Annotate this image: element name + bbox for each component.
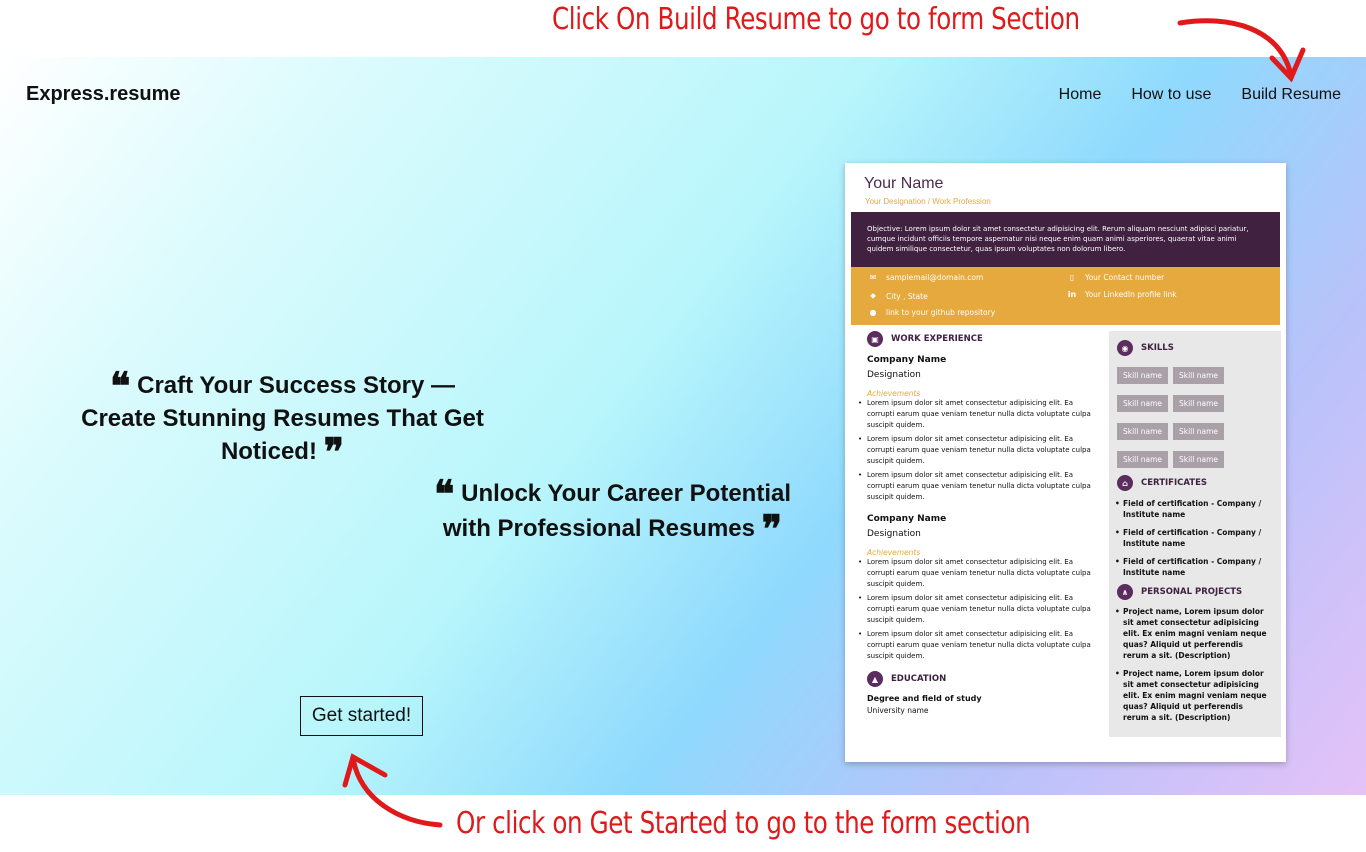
list-item: Lorem ipsum dolor sit amet consectetur a…	[858, 629, 1093, 662]
achievements-list: Lorem ipsum dolor sit amet consectetur a…	[858, 398, 1093, 503]
skills-list: Skill name Skill name Skill name Skill n…	[1117, 367, 1237, 468]
get-started-button[interactable]: Get started!	[300, 696, 423, 736]
resume-name: Your Name	[864, 175, 944, 192]
main-nav: Home How to use Build Resume	[1059, 86, 1341, 104]
contact-location: ⬥ City , State	[868, 291, 928, 301]
skill-chip: Skill name	[1173, 423, 1224, 440]
close-quote-icon: ❞	[323, 429, 345, 474]
rocket-icon: ∧	[1117, 584, 1133, 600]
work-entry-1: Company Name Designation Achievements Lo…	[858, 355, 1093, 503]
resume-contact-bar: ✉ samplemail@domain.com ▯ Your Contact n…	[851, 267, 1280, 325]
envelope-icon: ✉	[869, 273, 877, 282]
company-name: Company Name	[867, 355, 947, 365]
hero-section: Express.resume Home How to use Build Res…	[0, 57, 1366, 795]
education-university: University name	[867, 706, 929, 715]
resume-sidebar: ◉ SKILLS Skill name Skill name Skill nam…	[1109, 331, 1281, 737]
skill-chip: Skill name	[1173, 395, 1224, 412]
list-item: Field of certification - Company / Insti…	[1115, 498, 1269, 520]
skill-chip: Skill name	[1117, 395, 1168, 412]
list-item: Lorem ipsum dolor sit amet consectetur a…	[858, 434, 1093, 467]
hero-quote-1-text: Craft Your Success Story — Create Stunni…	[81, 372, 484, 465]
list-item: Field of certification - Company / Insti…	[1115, 527, 1269, 549]
annotation-top: Click On Build Resume to go to form Sect…	[552, 2, 1080, 37]
projects-list: Project name, Lorem ipsum dolor sit amet…	[1115, 606, 1269, 730]
resume-designation: Your Designation / Work Profession	[865, 197, 991, 206]
skill-chip: Skill name	[1117, 423, 1168, 440]
contact-github: ● link to your github repository	[869, 308, 996, 317]
open-quote-icon: ❝	[109, 363, 131, 408]
skill-chip: Skill name	[1173, 367, 1224, 384]
skill-chip: Skill name	[1173, 451, 1224, 468]
projects-heading: ∧ PERSONAL PROJECTS	[1117, 584, 1242, 600]
list-item: Lorem ipsum dolor sit amet consectetur a…	[858, 557, 1093, 590]
skill-chip: Skill name	[1117, 451, 1168, 468]
achievements-list: Lorem ipsum dolor sit amet consectetur a…	[858, 557, 1093, 662]
education-degree: Degree and field of study	[867, 694, 982, 703]
achievements-label: Achievements	[867, 389, 921, 398]
contact-phone: ▯ Your Contact number	[1067, 273, 1164, 282]
location-pin-icon: ⬥	[870, 291, 876, 300]
briefcase-icon: ▣	[867, 331, 883, 347]
annotation-bottom: Or click on Get Started to go to the for…	[456, 806, 1031, 841]
resume-preview: Your Name Your Designation / Work Profes…	[845, 163, 1286, 762]
brand-logo[interactable]: Express.resume	[26, 83, 181, 106]
hero-quote-1: ❝ Craft Your Success Story — Create Stun…	[70, 367, 495, 471]
list-item: Lorem ipsum dolor sit amet consectetur a…	[858, 470, 1093, 503]
contact-email: ✉ samplemail@domain.com	[869, 273, 984, 282]
phone-icon: ▯	[1069, 273, 1075, 282]
contact-linkedin: in Your LinkedIn profile link	[1067, 290, 1177, 299]
list-item: Lorem ipsum dolor sit amet consectetur a…	[858, 593, 1093, 626]
nav-build-resume[interactable]: Build Resume	[1241, 86, 1341, 104]
home-icon: ⌂	[1117, 475, 1133, 491]
list-item: Field of certification - Company / Insti…	[1115, 556, 1269, 578]
achievements-label: Achievements	[867, 548, 921, 557]
work-experience-heading: ▣ WORK EXPERIENCE	[867, 331, 983, 347]
skills-heading: ◉ SKILLS	[1117, 340, 1174, 356]
certificates-heading: ⌂ CERTIFICATES	[1117, 475, 1207, 491]
resume-objective: Objective: Lorem ipsum dolor sit amet co…	[851, 212, 1280, 267]
github-icon: ●	[869, 308, 877, 317]
hero-quote-2-text: Unlock Your Career Potential with Profes…	[442, 480, 791, 542]
education-heading: ▲ EDUCATION	[867, 671, 946, 687]
nav-home[interactable]: Home	[1059, 86, 1102, 104]
skill-chip: Skill name	[1117, 367, 1168, 384]
linkedin-icon: in	[1067, 290, 1077, 299]
work-entry-2: Company Name Designation Achievements Lo…	[858, 514, 1093, 662]
lightbulb-icon: ◉	[1117, 340, 1133, 356]
open-quote-icon: ❝	[434, 471, 455, 516]
job-designation: Designation	[867, 529, 921, 539]
close-quote-icon: ❞	[761, 506, 783, 551]
certificates-list: Field of certification - Company / Insti…	[1115, 498, 1269, 585]
hero-quote-2: ❝ Unlock Your Career Potential with Prof…	[410, 475, 815, 548]
nav-how-to-use[interactable]: How to use	[1131, 86, 1211, 104]
company-name: Company Name	[867, 514, 947, 524]
job-designation: Designation	[867, 370, 921, 380]
graduation-cap-icon: ▲	[867, 671, 883, 687]
list-item: Project name, Lorem ipsum dolor sit amet…	[1115, 606, 1269, 661]
list-item: Project name, Lorem ipsum dolor sit amet…	[1115, 668, 1269, 723]
list-item: Lorem ipsum dolor sit amet consectetur a…	[858, 398, 1093, 431]
